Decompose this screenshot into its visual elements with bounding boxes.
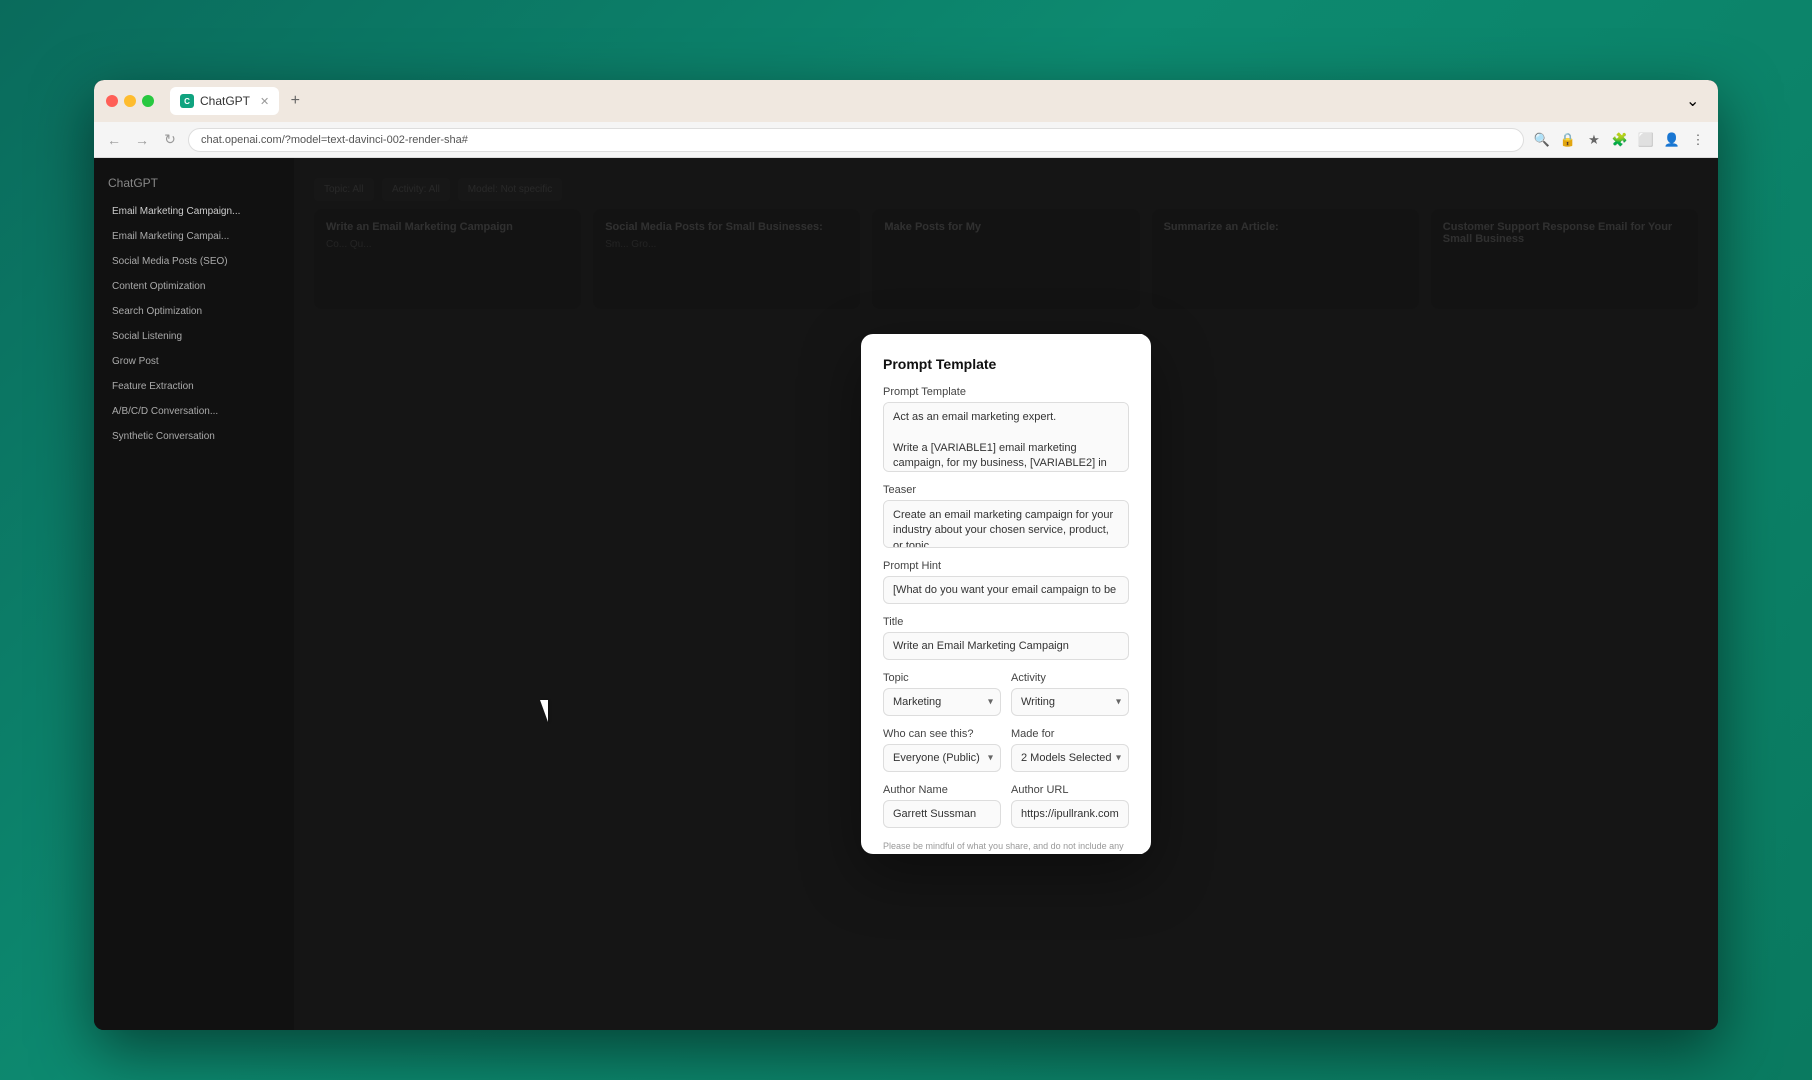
author-row: Author Name Author URL bbox=[883, 784, 1129, 828]
teaser-label: Teaser bbox=[883, 484, 1129, 496]
topic-select-wrapper: Marketing Technology Business Writing bbox=[883, 688, 1001, 716]
who-can-see-select-wrapper: Everyone (Public) Only Me Team bbox=[883, 744, 1001, 772]
sidebar-item-9[interactable]: Synthetic Conversation bbox=[98, 425, 290, 448]
tab-close-icon[interactable]: ✕ bbox=[260, 95, 269, 108]
sidebar-item-6[interactable]: Grow Post bbox=[98, 350, 290, 373]
extensions-icon[interactable]: 🧩 bbox=[1610, 130, 1630, 150]
topic-label: Topic bbox=[883, 672, 1001, 684]
search-icon[interactable]: 🔍 bbox=[1532, 130, 1552, 150]
prompt-template-section: Prompt Template bbox=[883, 386, 1129, 472]
modal-overlay: Prompt Template Prompt Template Teaser bbox=[294, 158, 1718, 1030]
author-name-label: Author Name bbox=[883, 784, 1001, 796]
browser-titlebar: C ChatGPT ✕ + ⌄ bbox=[94, 80, 1718, 122]
title-input[interactable] bbox=[883, 632, 1129, 660]
star-icon[interactable]: ★ bbox=[1584, 130, 1604, 150]
activity-select-wrapper: Writing Analysis Research Design bbox=[1011, 688, 1129, 716]
activity-label: Activity bbox=[1011, 672, 1129, 684]
refresh-button[interactable]: ↻ bbox=[160, 130, 180, 150]
browser-actions: 🔍 🔒 ★ 🧩 ⬜ 👤 ⋮ bbox=[1532, 130, 1708, 150]
browser-window: C ChatGPT ✕ + ⌄ ← → ↻ chat.openai.com/?m… bbox=[94, 80, 1718, 1030]
prompt-hint-input[interactable] bbox=[883, 576, 1129, 604]
sidebar-item-1[interactable]: Email Marketing Campai... bbox=[98, 225, 290, 248]
sidebar-item-4[interactable]: Search Optimization bbox=[98, 300, 290, 323]
activity-section: Activity Writing Analysis Research Desig… bbox=[1011, 672, 1129, 716]
prompt-hint-label: Prompt Hint bbox=[883, 560, 1129, 572]
topic-activity-row: Topic Marketing Technology Business Writ… bbox=[883, 672, 1129, 716]
activity-select[interactable]: Writing Analysis Research Design bbox=[1011, 688, 1129, 716]
teaser-textarea[interactable] bbox=[883, 500, 1129, 548]
main-content: Topic: All Activity: All Model: Not spec… bbox=[294, 158, 1718, 1030]
visibility-models-row: Who can see this? Everyone (Public) Only… bbox=[883, 728, 1129, 772]
sidebar: ChatGPT Email Marketing Campaign... Emai… bbox=[94, 158, 294, 1030]
made-for-section: Made for 2 Models Selected GPT-3.5 GPT-4 bbox=[1011, 728, 1129, 772]
modal-title: Prompt Template bbox=[883, 356, 1129, 372]
tab-label: ChatGPT bbox=[200, 94, 250, 108]
disclaimer-text: Please be mindful of what you share, and… bbox=[883, 840, 1129, 854]
prompt-template-textarea[interactable] bbox=[883, 402, 1129, 472]
author-url-section: Author URL bbox=[1011, 784, 1129, 828]
traffic-lights bbox=[106, 95, 154, 107]
sidebar-item-3[interactable]: Content Optimization bbox=[98, 275, 290, 298]
url-text: chat.openai.com/?model=text-davinci-002-… bbox=[201, 134, 468, 146]
modal-header-section: Prompt Template bbox=[883, 356, 1129, 374]
made-for-label: Made for bbox=[1011, 728, 1129, 740]
topic-section: Topic Marketing Technology Business Writ… bbox=[883, 672, 1001, 716]
window-menu-icon[interactable]: ⌄ bbox=[1686, 91, 1706, 111]
modal-dialog: Prompt Template Prompt Template Teaser bbox=[861, 334, 1151, 854]
sidebar-item-2[interactable]: Social Media Posts (SEO) bbox=[98, 250, 290, 273]
browser-tab[interactable]: C ChatGPT ✕ bbox=[170, 87, 279, 115]
author-url-input[interactable] bbox=[1011, 800, 1129, 828]
author-name-section: Author Name bbox=[883, 784, 1001, 828]
teaser-section: Teaser bbox=[883, 484, 1129, 548]
topic-select[interactable]: Marketing Technology Business Writing bbox=[883, 688, 1001, 716]
who-can-see-section: Who can see this? Everyone (Public) Only… bbox=[883, 728, 1001, 772]
who-can-see-select[interactable]: Everyone (Public) Only Me Team bbox=[883, 744, 1001, 772]
address-field[interactable]: chat.openai.com/?model=text-davinci-002-… bbox=[188, 128, 1524, 152]
tab-bar: C ChatGPT ✕ + bbox=[170, 87, 1678, 115]
sidebar-item-0[interactable]: Email Marketing Campaign... bbox=[98, 200, 290, 223]
address-bar-row: ← → ↻ chat.openai.com/?model=text-davinc… bbox=[94, 122, 1718, 158]
sidebar-item-8[interactable]: A/B/C/D Conversation... bbox=[98, 400, 290, 423]
sidebar-item-5[interactable]: Social Listening bbox=[98, 325, 290, 348]
made-for-select-wrapper: 2 Models Selected GPT-3.5 GPT-4 bbox=[1011, 744, 1129, 772]
lock-icon[interactable]: 🔒 bbox=[1558, 130, 1578, 150]
sidebar-app-name: ChatGPT bbox=[94, 168, 294, 198]
sidebar-item-7[interactable]: Feature Extraction bbox=[98, 375, 290, 398]
tab-favicon: C bbox=[180, 94, 194, 108]
author-name-input[interactable] bbox=[883, 800, 1001, 828]
profile-icon[interactable]: 👤 bbox=[1662, 130, 1682, 150]
title-label: Title bbox=[883, 616, 1129, 628]
minimize-button[interactable] bbox=[124, 95, 136, 107]
close-button[interactable] bbox=[106, 95, 118, 107]
made-for-select[interactable]: 2 Models Selected GPT-3.5 GPT-4 bbox=[1011, 744, 1129, 772]
back-button[interactable]: ← bbox=[104, 130, 124, 150]
browser-content: ChatGPT Email Marketing Campaign... Emai… bbox=[94, 158, 1718, 1030]
prompt-hint-section: Prompt Hint bbox=[883, 560, 1129, 604]
new-tab-button[interactable]: + bbox=[283, 89, 307, 113]
cast-icon[interactable]: ⬜ bbox=[1636, 130, 1656, 150]
who-can-see-label: Who can see this? bbox=[883, 728, 1001, 740]
author-url-label: Author URL bbox=[1011, 784, 1129, 796]
forward-button[interactable]: → bbox=[132, 130, 152, 150]
menu-icon[interactable]: ⋮ bbox=[1688, 130, 1708, 150]
maximize-button[interactable] bbox=[142, 95, 154, 107]
title-section: Title bbox=[883, 616, 1129, 660]
prompt-template-label: Prompt Template bbox=[883, 386, 1129, 398]
